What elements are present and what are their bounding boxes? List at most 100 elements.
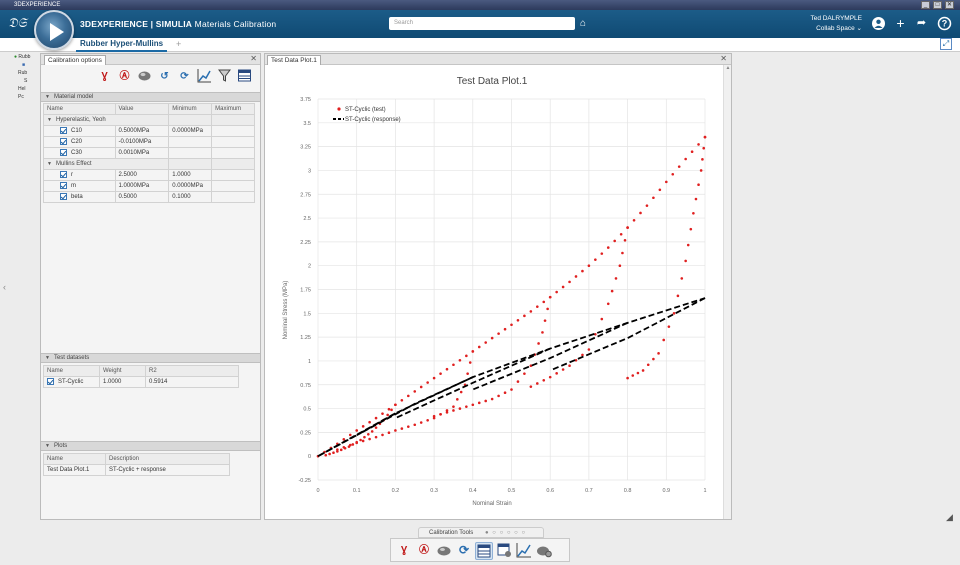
column-header[interactable]: Name	[43, 365, 100, 377]
column-header[interactable]: Name	[43, 103, 116, 115]
minimize-button[interactable]: _	[921, 1, 930, 9]
calibration-tools-tab[interactable]: Calibration Tools ● ○ ○ ○ ○ ○	[418, 527, 544, 538]
column-header[interactable]: R2	[145, 365, 239, 377]
column-header[interactable]: Minimum	[168, 103, 213, 115]
min-cell[interactable]: 0.0000MPa	[168, 125, 213, 137]
reset-icon[interactable]: ↺	[156, 68, 173, 85]
max-cell[interactable]	[211, 180, 255, 192]
y-tick-label: 1.25	[300, 335, 311, 341]
max-cell[interactable]	[211, 169, 255, 181]
table-row[interactable]: C30 0.0010MPa	[43, 147, 255, 159]
max-cell[interactable]	[211, 191, 255, 203]
user-info[interactable]: Ted DALRYMPLE Collab Space ⌄	[800, 14, 862, 34]
checkbox[interactable]	[60, 171, 67, 179]
material-model-icon[interactable]: Ɣ	[96, 68, 113, 85]
chart-title: Test Data Plot.1	[457, 76, 528, 87]
test-datasets-header[interactable]: ▼ Test datasets	[41, 353, 260, 363]
max-cell[interactable]	[211, 125, 255, 137]
add-icon[interactable]: +	[893, 16, 908, 31]
fullscreen-icon[interactable]: ⤢	[940, 38, 952, 50]
close-plot-button[interactable]: ✕	[720, 54, 727, 64]
column-header[interactable]: Maximum	[211, 103, 255, 115]
table-row[interactable]: m 1.0000MPa 0.0000MPa	[43, 180, 255, 192]
table-row[interactable]: r 2.5000 1.0000	[43, 169, 255, 181]
compass-play-button[interactable]	[34, 10, 74, 50]
tab-rubber-hyper-mullins[interactable]: Rubber Hyper-Mullins	[76, 38, 168, 52]
maximize-button[interactable]: □	[933, 1, 942, 9]
sphere-icon[interactable]	[136, 68, 153, 85]
value-cell[interactable]: -0.0100MPa	[114, 136, 170, 148]
table-row[interactable]: beta 0.5000 0.1000	[43, 191, 255, 203]
checkbox[interactable]	[60, 182, 67, 190]
tag-icon[interactable]: ⌂	[580, 18, 586, 29]
filter-icon[interactable]	[216, 68, 233, 85]
weight-cell[interactable]: 1.0000	[99, 376, 146, 388]
plot-scrollbar[interactable]: ▲	[723, 65, 731, 519]
min-cell[interactable]: 1.0000	[168, 169, 213, 181]
column-header[interactable]: Weight	[99, 365, 146, 377]
plot-icon[interactable]	[515, 542, 533, 560]
table-row[interactable]: C20 -0.0100MPa	[43, 136, 255, 148]
plot-icon[interactable]	[196, 68, 213, 85]
value-cell[interactable]: 0.5000MPa	[114, 125, 170, 137]
checkbox[interactable]	[60, 149, 67, 157]
material-model-icon[interactable]: Ɣ	[395, 542, 413, 560]
group-row[interactable]: ▼ Hyperelastic, Yeoh	[42, 114, 255, 126]
collapse-left-icon[interactable]: ‹	[3, 282, 6, 292]
collab-space-selector[interactable]: Collab Space ⌄	[800, 24, 862, 34]
scroll-up-icon[interactable]: ▲	[724, 65, 732, 71]
max-cell[interactable]	[211, 147, 255, 159]
test-data-point	[529, 385, 533, 388]
share-icon[interactable]: ➦	[914, 16, 929, 31]
table-row[interactable]: ST-Cyclic 1.0000 0.5914	[43, 376, 239, 388]
sphere-icon[interactable]	[435, 542, 453, 560]
search-input[interactable]: Search	[389, 17, 575, 30]
test-data-point	[368, 420, 371, 424]
close-panel-button[interactable]: ✕	[250, 54, 257, 64]
test-data-icon[interactable]: Ⓐ	[116, 68, 133, 85]
sphere-settings-icon[interactable]	[535, 542, 553, 560]
help-icon[interactable]: ?	[937, 16, 952, 31]
page-dots[interactable]: ● ○ ○ ○ ○ ○	[485, 528, 526, 538]
column-header[interactable]: Description	[105, 453, 230, 465]
refresh-icon[interactable]: ⟳	[176, 68, 193, 85]
plot-tab[interactable]: Test Data Plot.1	[267, 55, 321, 65]
checkbox[interactable]	[60, 193, 67, 201]
refresh-icon[interactable]: ⟳	[455, 542, 473, 560]
min-cell[interactable]: 0.1000	[168, 191, 213, 203]
x-tick-label: 0.6	[546, 488, 554, 494]
test-data-icon[interactable]: Ⓐ	[415, 542, 433, 560]
table-settings-icon[interactable]	[495, 542, 513, 560]
calibration-panel-title[interactable]: Calibration options	[44, 55, 106, 65]
pin-icon[interactable]: ◢	[946, 512, 953, 523]
x-axis-label: Nominal Strain	[472, 501, 511, 507]
table-icon[interactable]	[475, 542, 493, 560]
profile-icon[interactable]	[871, 16, 886, 31]
value-cell[interactable]: 1.0000MPa	[114, 180, 170, 192]
checkbox[interactable]	[60, 127, 67, 135]
table-row[interactable]: Test Data Plot.1 ST-Cyclic + response	[43, 464, 230, 476]
max-cell[interactable]	[211, 136, 255, 148]
ds-logo-icon[interactable]: 𝔇𝔖	[8, 16, 27, 31]
min-cell[interactable]: 0.0000MPa	[168, 180, 213, 192]
group-row[interactable]: ▼ Mullins Effect	[42, 158, 255, 170]
value-cell[interactable]: 0.5000	[114, 191, 170, 203]
plots-header[interactable]: ▼ Plots	[41, 441, 260, 451]
plot-name-cell[interactable]: Test Data Plot.1	[43, 464, 106, 476]
column-header[interactable]: Name	[43, 453, 106, 465]
table-icon[interactable]	[236, 68, 253, 85]
table-row[interactable]: C10 0.5000MPa 0.0000MPa	[43, 125, 255, 137]
min-cell[interactable]	[168, 136, 213, 148]
column-header[interactable]: Value	[114, 103, 170, 115]
test-data-point	[548, 295, 552, 299]
checkbox[interactable]	[60, 138, 67, 146]
material-model-header[interactable]: ▼ Material model	[41, 92, 260, 102]
test-data-point	[328, 452, 331, 456]
checkbox[interactable]	[47, 378, 54, 386]
close-window-button[interactable]: ✕	[945, 1, 954, 9]
min-cell[interactable]	[168, 147, 213, 159]
value-cell[interactable]: 2.5000	[114, 169, 170, 181]
value-cell[interactable]: 0.0010MPa	[114, 147, 170, 159]
test-data-point	[537, 342, 540, 345]
add-tab-button[interactable]: +	[176, 38, 181, 51]
